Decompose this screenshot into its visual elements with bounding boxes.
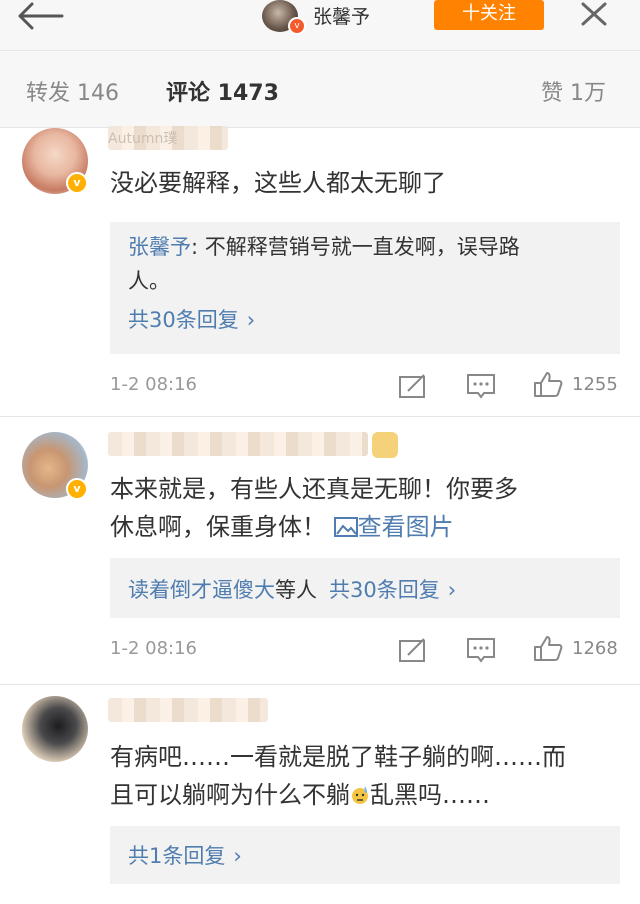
- image-icon: [333, 517, 358, 537]
- username[interactable]: Autumn璞: [108, 128, 177, 148]
- username-blurred[interactable]: [108, 432, 368, 456]
- verified-badge-icon: v: [66, 172, 88, 194]
- reply-names[interactable]: 读着倒才逼傻大: [128, 578, 275, 602]
- chevron-right-icon: ›: [246, 308, 256, 332]
- view-replies-link[interactable]: 共1条回复 ›: [128, 840, 242, 870]
- user-avatar[interactable]: [22, 696, 88, 762]
- reply-text-line1: 不解释营销号就一直发啊，误导路: [204, 235, 520, 259]
- tab-bar: 转发 146 评论 1473 赞 1万: [0, 51, 640, 128]
- comment-icon[interactable]: [466, 373, 496, 399]
- view-image-link[interactable]: 查看图片: [333, 513, 454, 541]
- chevron-right-icon: ›: [233, 844, 242, 868]
- emoji-icon: [372, 432, 398, 458]
- like-icon[interactable]: [533, 635, 563, 661]
- comment-time: 1-2 08:16: [110, 638, 197, 659]
- comment-text-line2: 休息啊，保重身体！ 查看图片: [110, 506, 620, 548]
- comment-item: v Autumn璞 没必要解释，这些人都太无聊了 张馨予: 不解释营销号就一直发…: [0, 126, 640, 418]
- close-x-icon[interactable]: [575, 2, 619, 26]
- reply-summary: 读着倒才逼傻大等人 共30条回复 ›: [128, 574, 456, 604]
- view-replies-label: 共30条回复: [128, 308, 239, 332]
- view-image-label: 查看图片: [357, 513, 454, 541]
- sweat-emoji-icon: [352, 786, 368, 804]
- reply-box[interactable]: 读着倒才逼傻大等人 共30条回复 ›: [110, 558, 620, 618]
- view-replies-label[interactable]: 共30条回复: [329, 578, 440, 602]
- reply-preview: 张馨予: 不解释营销号就一直发啊，误导路: [128, 235, 520, 259]
- top-bar: v 张馨予 十关注: [0, 0, 640, 51]
- comment-time: 1-2 08:16: [110, 374, 197, 395]
- verified-badge-icon: v: [288, 17, 306, 35]
- like-count: 1255: [572, 374, 618, 395]
- view-replies-label: 共1条回复: [128, 844, 226, 868]
- repost-icon[interactable]: [398, 637, 428, 663]
- profile-name[interactable]: 张馨予: [313, 2, 370, 29]
- tab-comments[interactable]: 评论 1473: [166, 75, 279, 107]
- divider: [0, 684, 640, 685]
- repost-icon[interactable]: [398, 373, 428, 399]
- chevron-right-icon: ›: [447, 578, 457, 602]
- comment-text-line2: 且可以躺啊为什么不躺 乱黑吗……: [110, 774, 620, 816]
- follow-button[interactable]: 十关注: [434, 0, 544, 30]
- reply-suffix: 等人: [275, 578, 317, 602]
- reply-text-line2: 人。: [128, 269, 170, 293]
- comment-text-line2a: 且可以躺啊为什么不躺: [110, 781, 350, 809]
- back-arrow-icon[interactable]: [16, 2, 64, 30]
- tab-reposts[interactable]: 转发 146: [26, 75, 119, 107]
- comment-text-line1: 本来就是，有些人还真是无聊！你要多: [110, 475, 518, 503]
- comment-text-line2-content: 休息啊，保重身体！: [110, 513, 326, 541]
- comment-text-line2b: 乱黑吗……: [370, 781, 490, 809]
- reply-box[interactable]: 共1条回复 ›: [110, 826, 620, 884]
- comment-item: 有病吧……一看就是脱了鞋子躺的啊……而 且可以躺啊为什么不躺 乱黑吗…… 共1条回…: [0, 686, 640, 904]
- reply-box[interactable]: 张馨予: 不解释营销号就一直发啊，误导路 人。 共30条回复 ›: [110, 222, 620, 354]
- comment-icon[interactable]: [466, 637, 496, 663]
- tab-likes[interactable]: 赞 1万: [541, 75, 606, 107]
- comment-text: 没必要解释，这些人都太无聊了: [110, 169, 446, 197]
- divider: [0, 416, 640, 417]
- comment-text-line1: 有病吧……一看就是脱了鞋子躺的啊……而: [110, 743, 566, 771]
- like-icon[interactable]: [533, 371, 563, 397]
- username-blurred[interactable]: [108, 698, 268, 722]
- reply-author[interactable]: 张馨予: [128, 235, 191, 259]
- view-replies-link[interactable]: 共30条回复 ›: [128, 304, 255, 334]
- like-count: 1268: [572, 638, 618, 659]
- verified-badge-icon: v: [66, 478, 88, 500]
- comment-item: v 本来就是，有些人还真是无聊！你要多 休息啊，保重身体！ 查看图片 读着倒才逼…: [0, 418, 640, 688]
